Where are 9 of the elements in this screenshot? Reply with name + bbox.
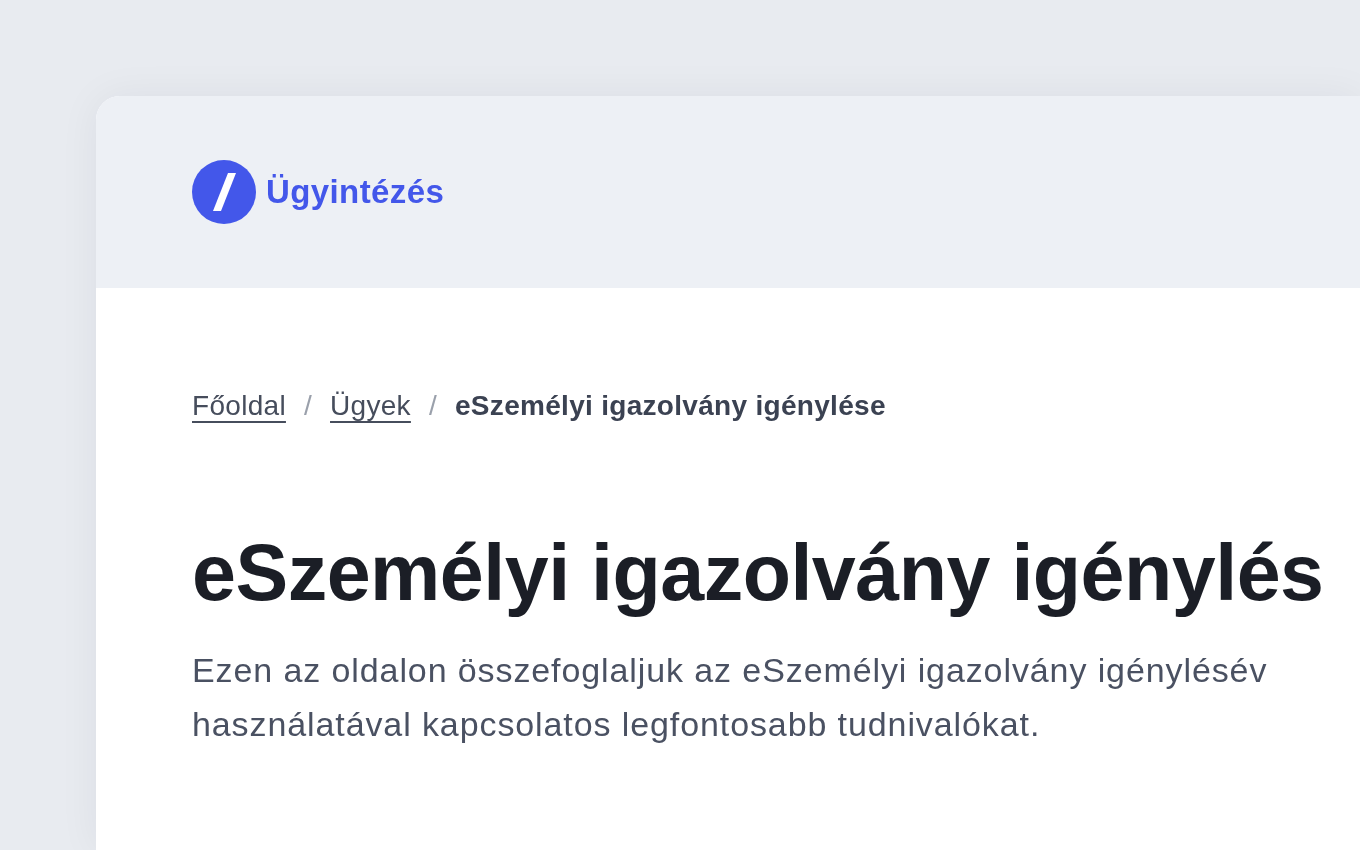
page-title: eSzemélyi igazolvány igénylés (192, 530, 1325, 617)
breadcrumb-link[interactable]: Ügyek (330, 390, 411, 422)
breadcrumb-separator: / (428, 390, 437, 422)
logo-text[interactable]: Ügyintézés (266, 173, 445, 211)
breadcrumb-link[interactable]: Főoldal (192, 390, 286, 422)
breadcrumb-separator: / (303, 390, 313, 422)
intro-paragraph: Ezen az oldalon összefoglaljuk az eSzemélyi igazolvány igénylésév használatával kapcsolatos legfontosabb tudnivalókat. (192, 649, 1269, 745)
slash-logo-icon (192, 160, 256, 224)
breadcrumb-current: eSzemélyi igazolvány igénylése (455, 390, 886, 422)
